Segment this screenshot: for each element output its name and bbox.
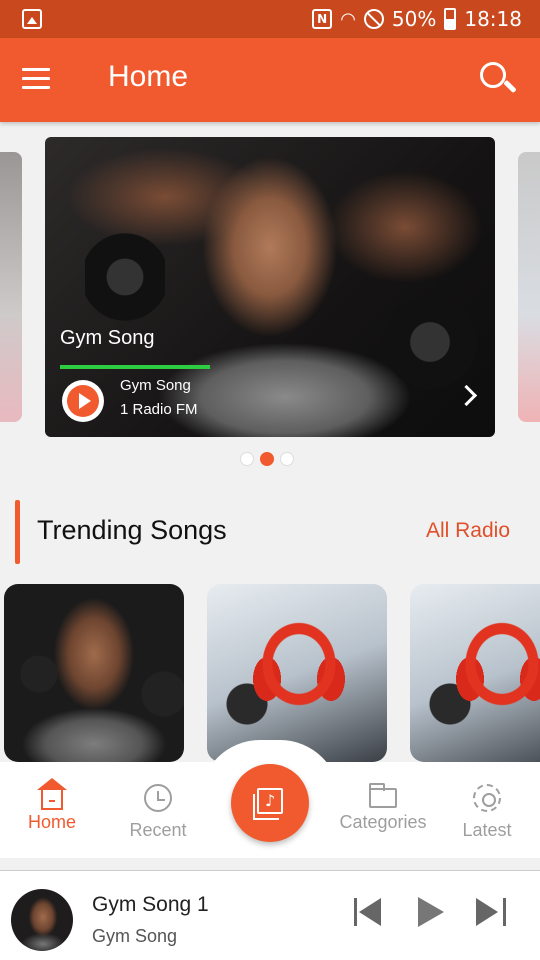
- status-icons: N ◠ 50% 18:18: [312, 7, 522, 31]
- page-title: Home: [108, 60, 189, 93]
- section-title: Trending Songs: [37, 515, 227, 545]
- gallery-icon: [22, 9, 42, 29]
- nfc-icon: N: [312, 9, 333, 29]
- banner-subtitle: Gym Song: [120, 377, 191, 394]
- clock: 18:18: [464, 7, 522, 31]
- banner-station: 1 Radio FM: [120, 401, 198, 418]
- nav-label-latest: Latest: [462, 820, 512, 840]
- folder-icon: [369, 783, 397, 808]
- all-radio-link[interactable]: All Radio: [426, 519, 510, 543]
- trending-card-headphones[interactable]: [410, 584, 540, 762]
- banner-play-button[interactable]: [62, 380, 104, 422]
- banner-image-detail: [375, 287, 485, 397]
- nav-item-home[interactable]: Home: [0, 778, 107, 833]
- wifi-icon: ◠: [340, 8, 356, 30]
- carousel-dot[interactable]: [280, 452, 294, 466]
- hamburger-menu-icon[interactable]: [22, 68, 50, 90]
- nav-label-home: Home: [27, 812, 76, 832]
- previous-banner-card[interactable]: [0, 152, 22, 422]
- carousel-dot-active[interactable]: [260, 452, 274, 466]
- banner-carousel[interactable]: Gym Song Gym Song 1 Radio FM: [0, 122, 540, 478]
- next-banner-card[interactable]: [518, 152, 540, 422]
- banner-image: [85, 217, 165, 337]
- nav-item-latest[interactable]: Latest: [432, 784, 540, 841]
- carousel-indicator: [240, 452, 294, 466]
- player-artwork: [11, 889, 73, 951]
- banner-progress-bar: [60, 365, 210, 369]
- home-icon: [37, 778, 67, 810]
- app-bar: Home: [0, 38, 540, 122]
- battery-charging-icon: [444, 8, 457, 30]
- nav-item-recent[interactable]: Recent: [103, 784, 213, 841]
- banner-title: Gym Song: [60, 327, 155, 349]
- chevron-right-icon[interactable]: [457, 385, 477, 405]
- player-title: Gym Song 1: [92, 893, 209, 916]
- gear-icon: [473, 784, 501, 812]
- nav-item-categories[interactable]: Categories: [328, 783, 438, 833]
- player-subtitle: Gym Song: [92, 926, 178, 946]
- trending-card-headphones[interactable]: [207, 584, 387, 762]
- mini-player[interactable]: Gym Song 1 Gym Song: [0, 870, 540, 960]
- banner-card[interactable]: Gym Song Gym Song 1 Radio FM: [45, 137, 495, 437]
- music-library-button[interactable]: [231, 764, 309, 842]
- nav-label-categories: Categories: [339, 812, 427, 832]
- play-icon[interactable]: [416, 897, 446, 927]
- carousel-dot[interactable]: [240, 452, 254, 466]
- battery-percent: 50%: [391, 7, 437, 31]
- trending-list[interactable]: [0, 584, 540, 764]
- status-bar: N ◠ 50% 18:18: [0, 0, 540, 38]
- nav-label-recent: Recent: [129, 820, 187, 840]
- trending-card-gym[interactable]: [4, 584, 184, 762]
- skip-previous-icon[interactable]: [354, 897, 384, 927]
- skip-next-icon[interactable]: [476, 897, 506, 927]
- history-icon: [144, 784, 172, 812]
- music-library-icon: [253, 788, 283, 820]
- search-icon[interactable]: [478, 60, 517, 96]
- section-accent-bar: [15, 500, 20, 564]
- do-not-disturb-icon: [363, 9, 384, 29]
